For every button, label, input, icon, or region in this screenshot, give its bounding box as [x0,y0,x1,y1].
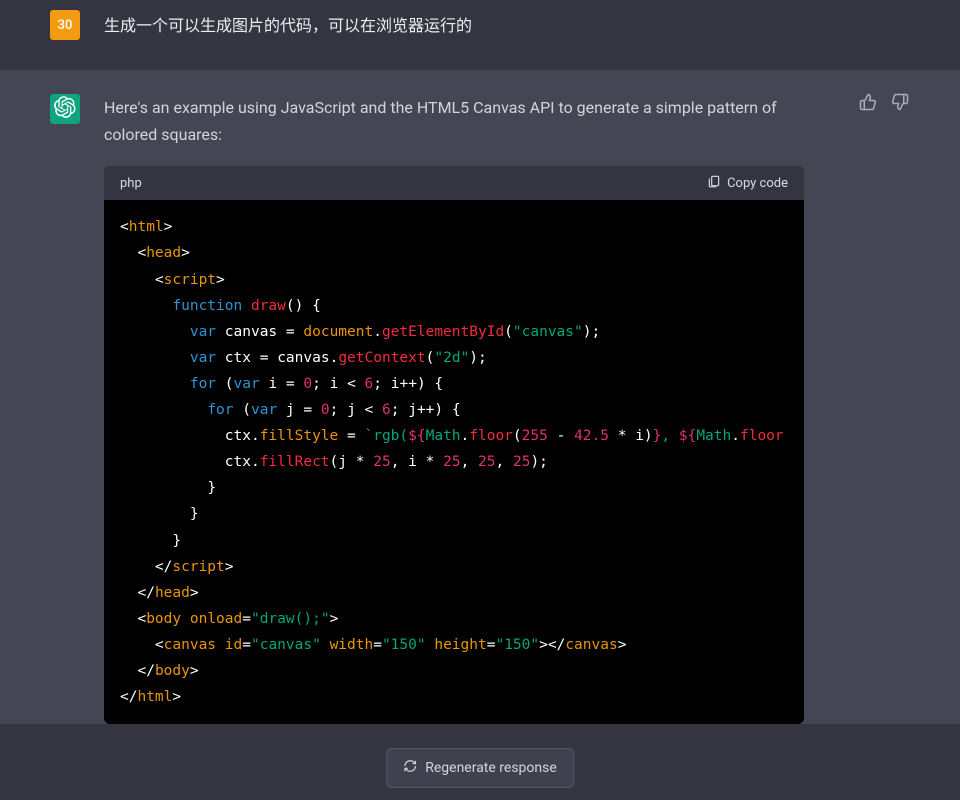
user-message-row: 30 生成一个可以生成图片的代码，可以在浏览器运行的 [0,0,960,70]
copy-code-label: Copy code [727,176,788,191]
code-block: php Copy code <html> <head> <script> fun… [104,166,804,724]
thumbs-down-button[interactable] [890,94,910,114]
regenerate-button[interactable]: Regenerate response [386,748,574,788]
thumbs-up-icon [859,93,877,115]
assistant-intro-text: Here's an example using JavaScript and t… [104,94,794,148]
assistant-avatar [50,94,80,124]
thumbs-down-icon [891,93,909,115]
code-header: php Copy code [104,166,804,200]
refresh-icon [403,759,417,777]
copy-code-button[interactable]: Copy code [707,174,788,192]
openai-logo-icon [54,96,76,122]
code-body: <html> <head> <script> function draw() {… [104,200,804,724]
assistant-content: Here's an example using JavaScript and t… [104,94,910,724]
code-language-label: php [120,176,142,191]
assistant-message-row: Here's an example using JavaScript and t… [0,70,960,724]
regenerate-label: Regenerate response [425,760,557,776]
user-avatar-label: 30 [58,18,73,33]
user-avatar: 30 [50,10,80,40]
message-actions [858,94,910,114]
user-content: 生成一个可以生成图片的代码，可以在浏览器运行的 [104,10,910,40]
user-message-text: 生成一个可以生成图片的代码，可以在浏览器运行的 [104,10,910,39]
thumbs-up-button[interactable] [858,94,878,114]
clipboard-icon [707,174,721,192]
